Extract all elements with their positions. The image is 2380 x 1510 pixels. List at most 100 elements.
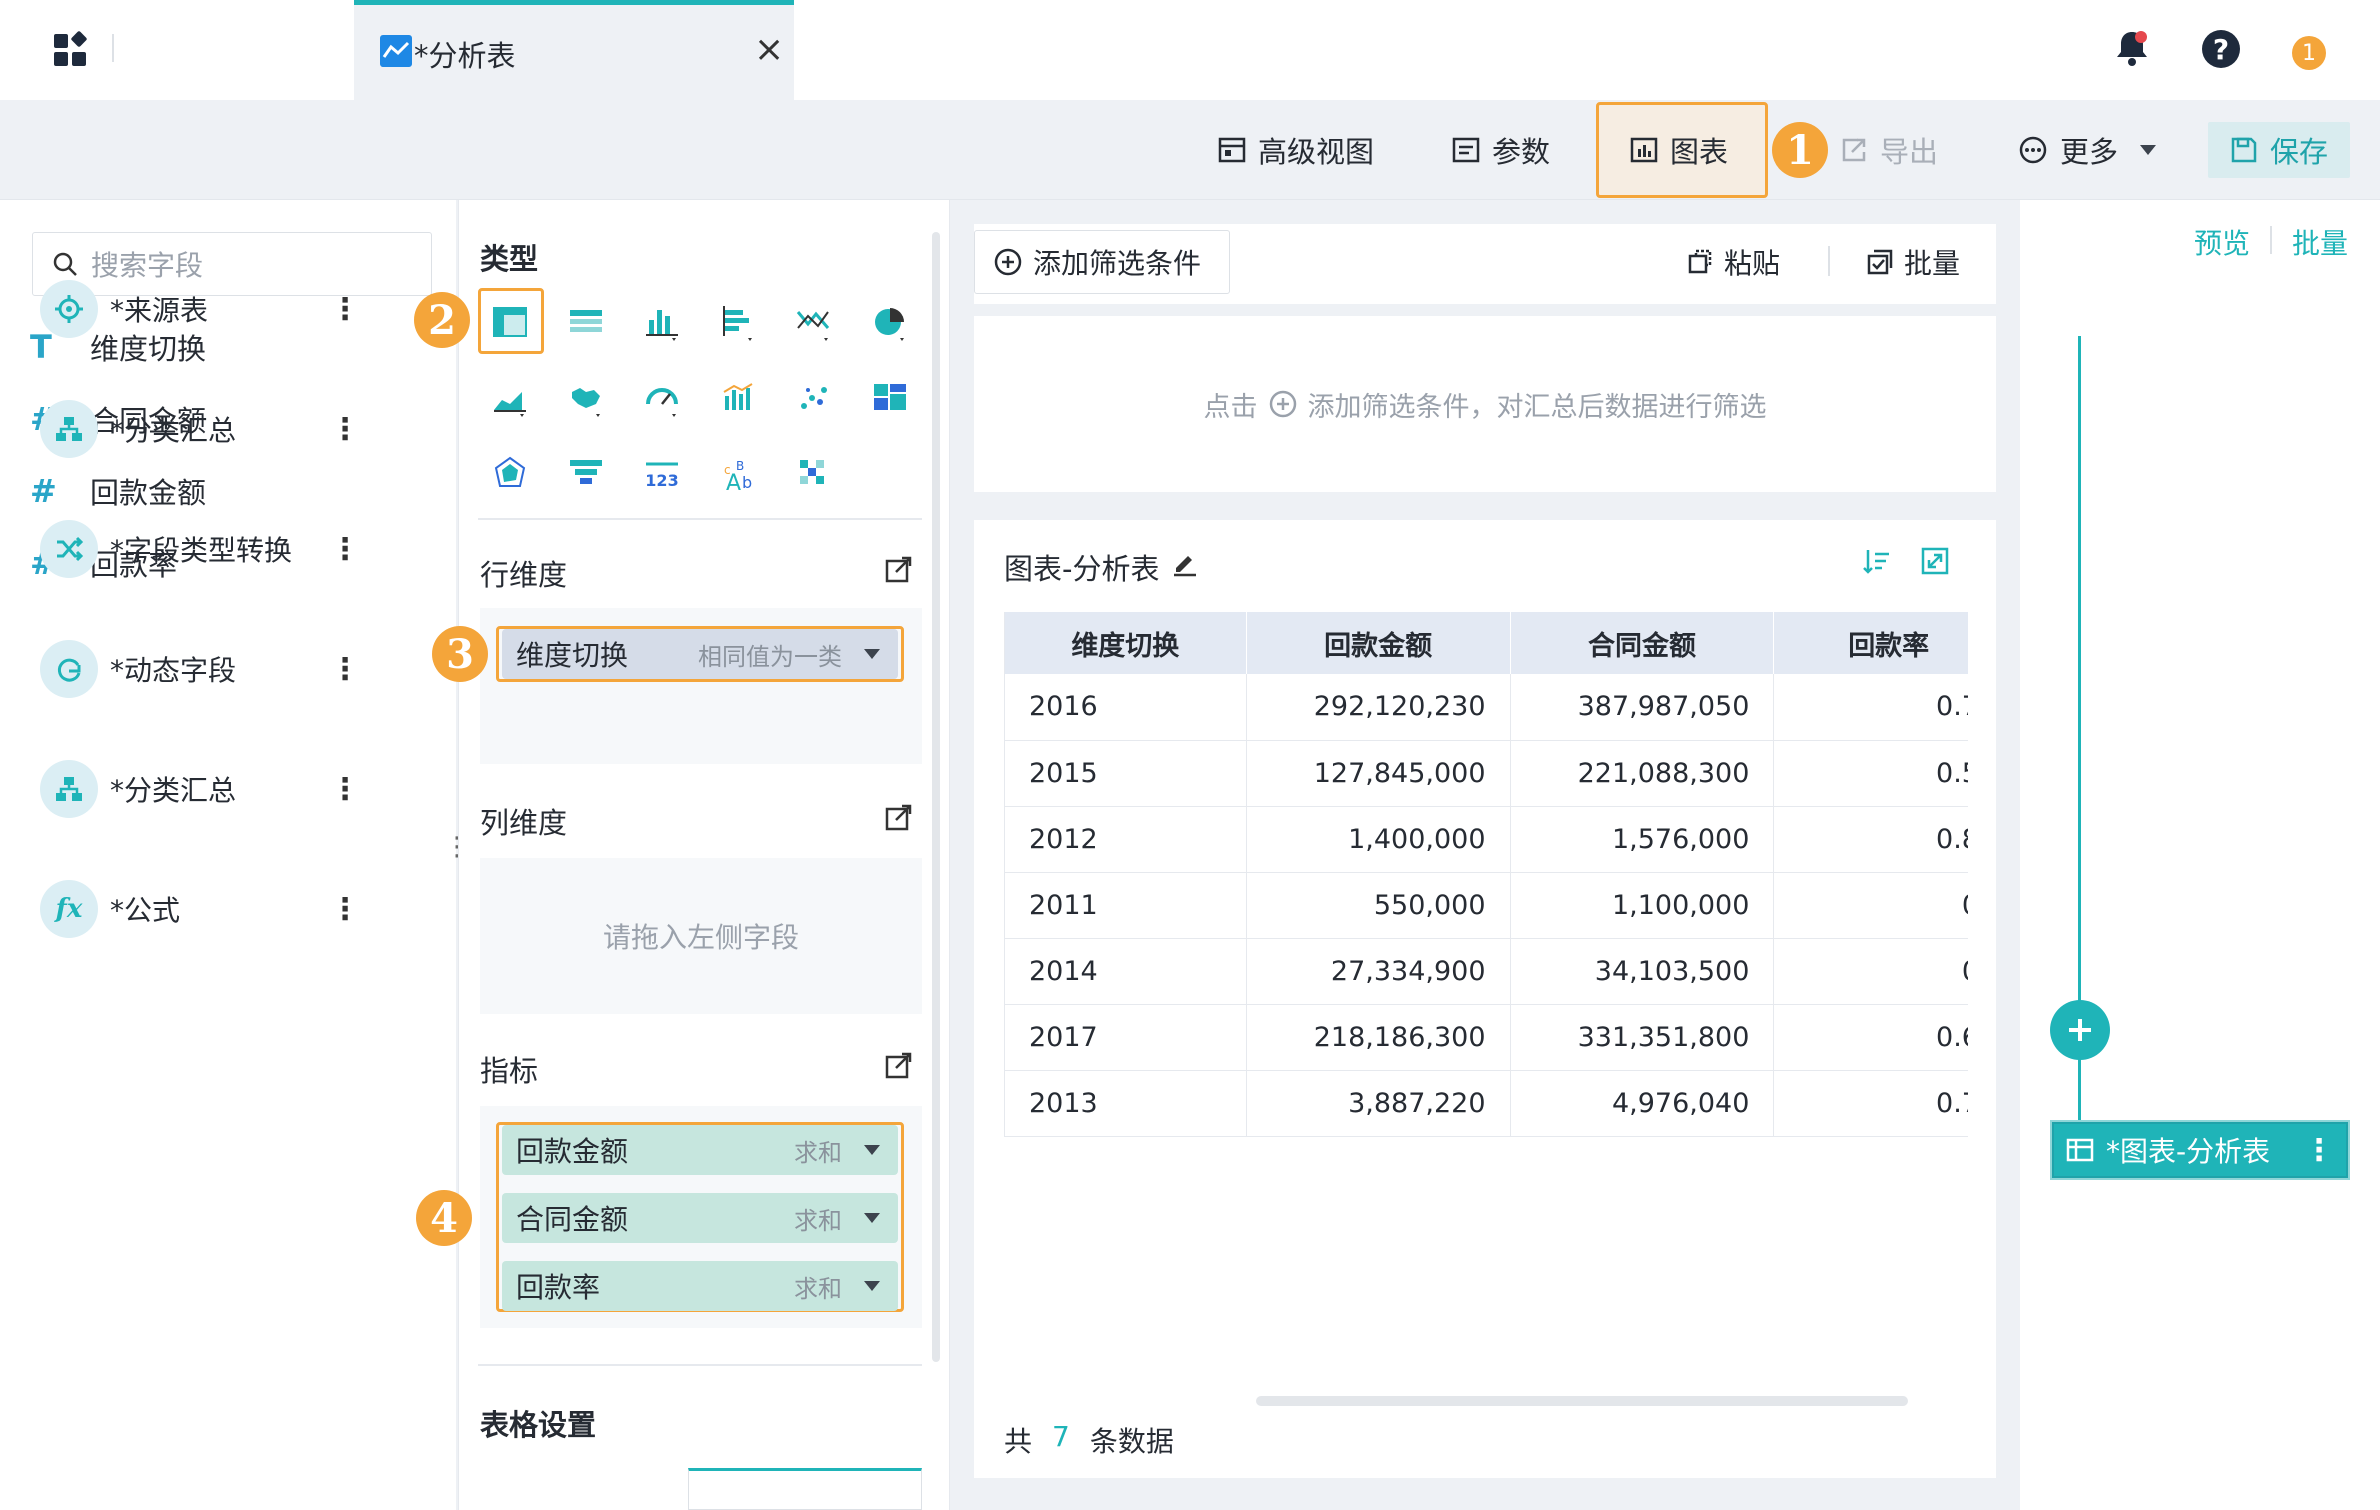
gauge-chart-icon[interactable]: [638, 374, 686, 422]
column-header[interactable]: 合同金额: [1510, 612, 1775, 674]
col-dim-expand-icon[interactable]: [884, 802, 914, 836]
paste-button[interactable]: 粘贴: [1686, 242, 1780, 282]
table-chart-icon[interactable]: [486, 298, 534, 346]
save-button[interactable]: 保存: [2208, 122, 2350, 178]
export-button[interactable]: 导出: [1840, 126, 1938, 174]
scatter-chart-icon[interactable]: [790, 374, 838, 422]
combo-chart-icon[interactable]: [714, 374, 762, 422]
bell-icon[interactable]: [2114, 28, 2150, 68]
preview-link[interactable]: 预览: [2194, 222, 2250, 262]
settings-tab-strip[interactable]: [688, 1468, 922, 1510]
more-button[interactable]: 更多: [2018, 126, 2157, 174]
table-cell: 2012: [1004, 806, 1247, 873]
column-header[interactable]: 回款金额: [1246, 612, 1511, 674]
params-button[interactable]: 参数: [1452, 126, 1550, 174]
chevron-down-icon[interactable]: [864, 1281, 880, 1291]
sort-icon[interactable]: [1862, 546, 1892, 580]
chevron-down-icon[interactable]: [864, 649, 880, 659]
line-chart-icon[interactable]: [790, 298, 838, 346]
row-count: 共 7 条数据: [1004, 1420, 1174, 1460]
active-flow-node[interactable]: *图表-分析表 ⋮: [2050, 1120, 2350, 1180]
flow-node[interactable]: *字段类型转换 ⋮: [40, 520, 360, 578]
bar-chart-icon[interactable]: [638, 298, 686, 346]
params-label: 参数: [1492, 135, 1551, 169]
add-circle-icon: [1269, 390, 1296, 418]
metric-chip[interactable]: 回款率 求和: [502, 1261, 898, 1311]
table-horizontal-scrollbar[interactable]: [1256, 1396, 1908, 1406]
params-icon: [1452, 137, 1480, 163]
detail-table-icon[interactable]: [562, 298, 610, 346]
field-item[interactable]: # 回款金额: [30, 466, 206, 516]
edit-title-icon[interactable]: [1170, 548, 1200, 582]
area-chart-icon[interactable]: [486, 374, 534, 422]
chevron-down-icon[interactable]: [864, 1213, 880, 1223]
filter-hint-text: 添加筛选条件，对汇总后数据进行筛选: [1307, 391, 1767, 423]
add-filter-button[interactable]: 添加筛选条件: [974, 230, 1230, 294]
flow-node[interactable]: fx *公式 ⋮: [40, 880, 360, 938]
search-input[interactable]: 搜索字段: [91, 244, 203, 284]
funnel-chart-icon[interactable]: [562, 450, 610, 498]
column-header[interactable]: 维度切换: [1004, 612, 1247, 674]
chip-label: 维度切换: [516, 639, 629, 672]
advanced-view-label: 高级视图: [1258, 135, 1375, 169]
table-cell: 3,887,220: [1246, 1070, 1511, 1137]
tab-analysis-table[interactable]: *分析表 ×: [354, 0, 794, 100]
divider: [2270, 226, 2272, 254]
more-vertical-icon[interactable]: ⋮: [2304, 1133, 2334, 1168]
row-dim-expand-icon[interactable]: [884, 554, 914, 588]
add-circle-icon: [994, 248, 1022, 276]
chip-label: 回款金额: [516, 1135, 629, 1168]
table-row: 2017218,186,300331,351,8000.6: [1004, 1004, 1968, 1071]
add-node-button[interactable]: [2050, 1000, 2110, 1060]
table-settings-title: 表格设置: [480, 1408, 597, 1442]
column-header[interactable]: 回款率: [1773, 612, 1968, 674]
more-vertical-icon[interactable]: ⋮: [330, 772, 360, 807]
table-cell: 1,576,000: [1510, 806, 1775, 873]
fullscreen-icon[interactable]: [1920, 546, 1950, 580]
kpi-number-icon[interactable]: 123: [638, 450, 686, 498]
metric-chip[interactable]: 回款金额 求和: [502, 1125, 898, 1175]
flow-node-label: *分类汇总: [110, 414, 237, 447]
col-dim-dropzone[interactable]: 请拖入左侧字段: [480, 858, 922, 1014]
batch-icon: [1867, 249, 1893, 275]
table-row: 2015127,845,000221,088,3000.5: [1004, 740, 1968, 807]
col-dim-title: 列维度: [480, 806, 568, 840]
table-cell: 0.7: [1773, 1070, 1968, 1137]
radar-chart-icon[interactable]: [486, 450, 534, 498]
flow-batch-link[interactable]: 批量: [2292, 222, 2348, 262]
word-cloud-icon[interactable]: cBAb: [714, 450, 762, 498]
chip-aggregation: 求和: [794, 1138, 842, 1167]
more-vertical-icon[interactable]: ⋮: [330, 292, 360, 327]
config-scrollbar[interactable]: [932, 232, 940, 1362]
user-badge[interactable]: 1: [2292, 36, 2326, 70]
metric-chip[interactable]: 合同金额 求和: [502, 1193, 898, 1243]
row-count-prefix: 共: [1004, 1425, 1033, 1458]
metrics-expand-icon[interactable]: [884, 1050, 914, 1084]
heatmap-chart-icon[interactable]: [790, 450, 838, 498]
row-dim-chip[interactable]: 维度切换 相同值为一类: [502, 629, 898, 679]
flow-node[interactable]: *来源表 ⋮: [40, 280, 360, 338]
table-cell: 0: [1773, 938, 1968, 1005]
chart-button[interactable]: 图表: [1630, 126, 1728, 174]
flow-node[interactable]: *分类汇总 ⋮: [40, 400, 360, 458]
flow-node[interactable]: *动态字段 ⋮: [40, 640, 360, 698]
paste-icon: [1688, 249, 1712, 274]
more-vertical-icon[interactable]: ⋮: [330, 892, 360, 927]
help-icon[interactable]: ?: [2202, 30, 2240, 68]
advanced-view-button[interactable]: 高级视图: [1218, 126, 1374, 174]
horizontal-bar-chart-icon[interactable]: [714, 298, 762, 346]
map-chart-icon[interactable]: [562, 374, 610, 422]
app-grid-icon[interactable]: [52, 30, 92, 70]
batch-button[interactable]: 批量: [1866, 242, 1960, 282]
pie-chart-icon[interactable]: [866, 298, 914, 346]
table-cell: 2017: [1004, 1004, 1247, 1071]
flow-node[interactable]: *分类汇总 ⋮: [40, 760, 360, 818]
more-vertical-icon[interactable]: ⋮: [330, 532, 360, 567]
table-row: 2016292,120,230387,987,0500.7: [1004, 674, 1968, 741]
more-vertical-icon[interactable]: ⋮: [330, 652, 360, 687]
dashboard-chart-icon[interactable]: [866, 374, 914, 422]
chevron-down-icon[interactable]: [864, 1145, 880, 1155]
tab-close-icon[interactable]: ×: [754, 29, 784, 70]
chip-label: 合同金额: [516, 1203, 629, 1236]
more-vertical-icon[interactable]: ⋮: [330, 412, 360, 447]
